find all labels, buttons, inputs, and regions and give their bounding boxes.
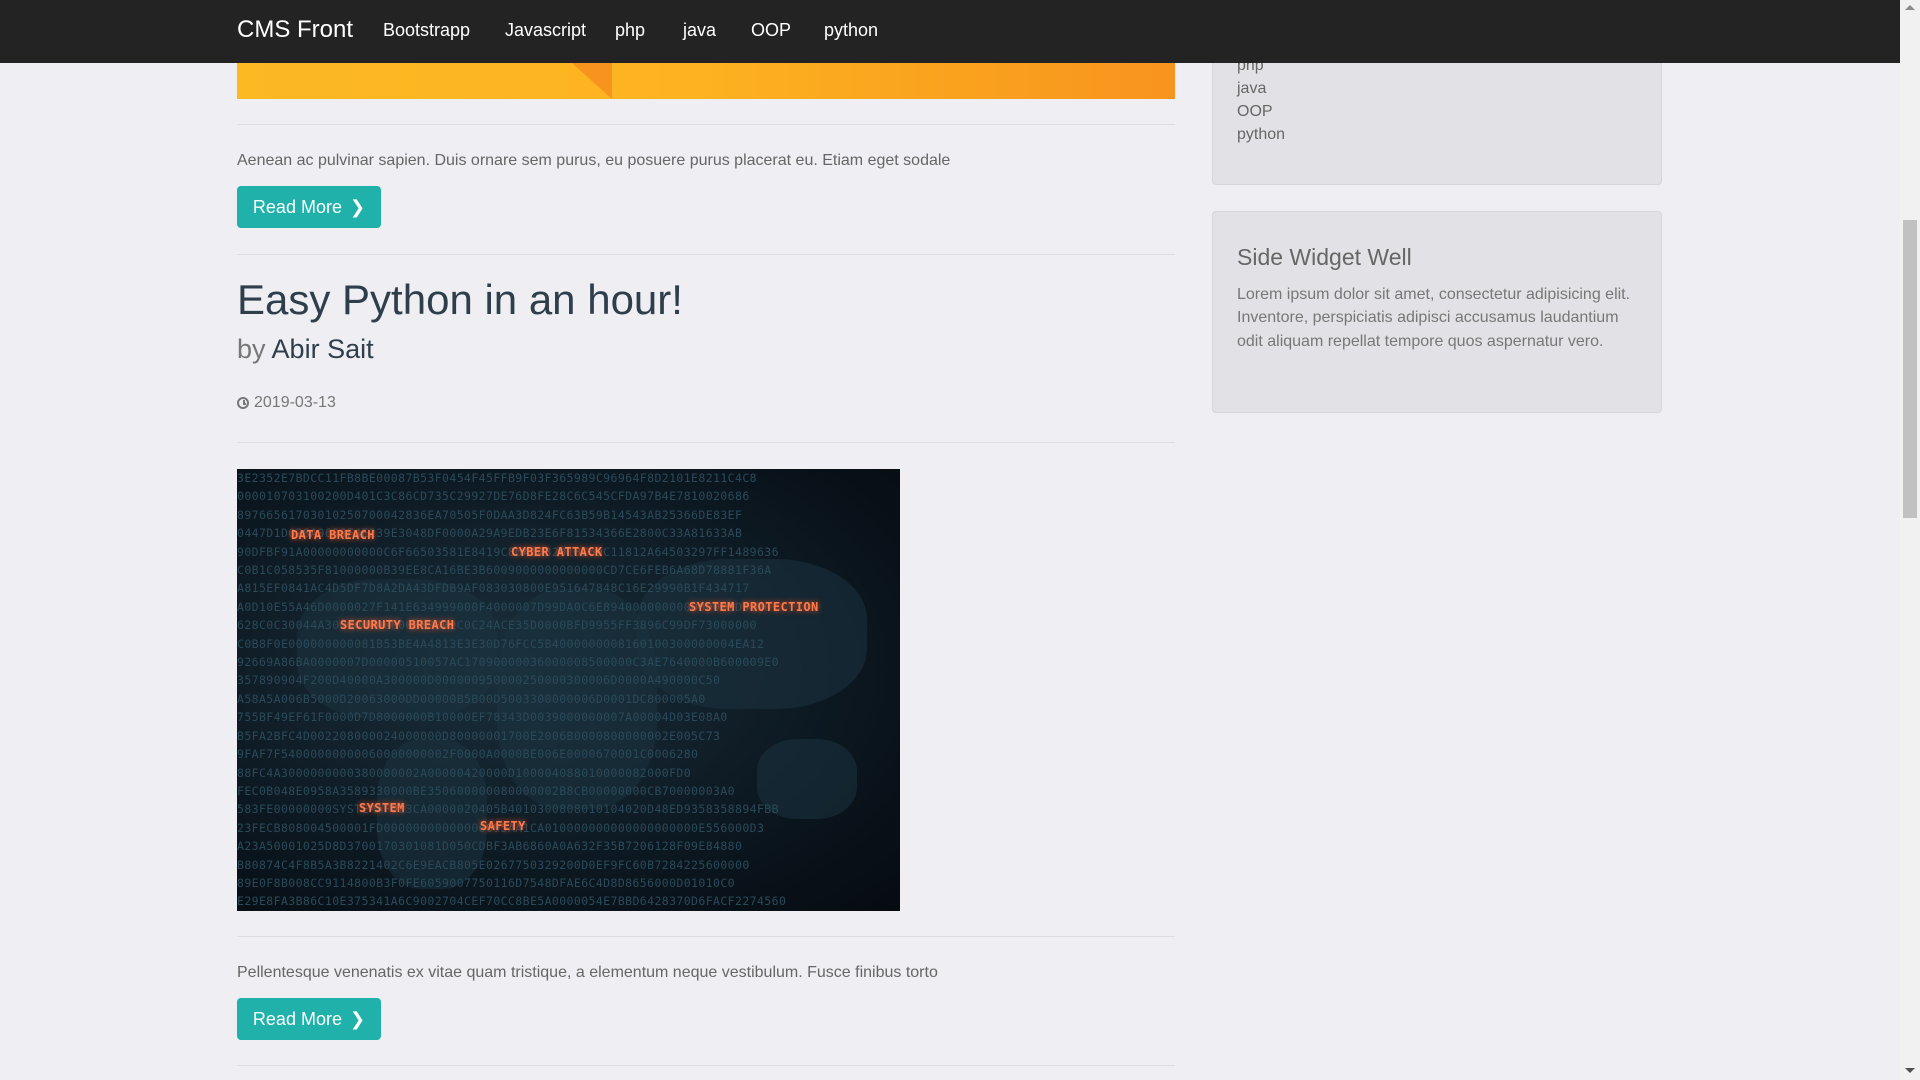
scroll-up-arrow-icon[interactable]: [1905, 5, 1915, 10]
divider: [237, 1065, 1175, 1066]
post-byline: by Abir Sait: [237, 334, 374, 365]
image-label-cyber-attack: CYBER ATTACK: [511, 545, 603, 559]
page-scrollbar[interactable]: [1900, 0, 1920, 1080]
post-title[interactable]: Easy Python in an hour!: [237, 276, 683, 324]
category-link-python[interactable]: python: [1237, 126, 1285, 144]
scrollbar-thumb[interactable]: [1903, 220, 1917, 518]
nav-item-php[interactable]: php: [615, 20, 645, 41]
post-date: 2019-03-13: [237, 394, 336, 412]
read-more-label: Read More: [252, 1009, 342, 1029]
post-excerpt: Pellentesque venenatis ex vitae quam tri…: [237, 964, 938, 981]
nav-item-bootstrapp[interactable]: Bootstrapp: [383, 20, 470, 41]
scroll-down-arrow-icon[interactable]: [1905, 1068, 1915, 1073]
read-more-button[interactable]: Read More ❯: [237, 186, 381, 228]
post-image: 3E2352E7BDCC11FB8BE00087B53F0454F45FFB9F…: [237, 469, 900, 911]
post-date-text: 2019-03-13: [254, 394, 336, 411]
read-more-button[interactable]: Read More ❯: [237, 998, 381, 1040]
top-navbar: CMS Front Bootstrapp Javascript php java…: [0, 0, 1900, 63]
nav-item-javascript[interactable]: Javascript: [505, 20, 586, 41]
divider: [237, 936, 1175, 937]
image-label-security-breach: SECURUTY BREACH: [340, 618, 455, 632]
banner-decoration: [572, 63, 612, 99]
clock-icon: [237, 397, 249, 409]
navbar-brand[interactable]: CMS Front: [237, 16, 353, 44]
widget-text: Lorem ipsum dolor sit amet, consectetur …: [1237, 286, 1631, 350]
image-label-safety: SAFETY: [480, 819, 526, 833]
author-link[interactable]: Abir Sait: [272, 334, 374, 364]
category-link-oop[interactable]: OOP: [1237, 103, 1273, 121]
divider: [237, 254, 1175, 255]
chevron-right-icon: ❯: [349, 1009, 366, 1029]
post-excerpt: Aenean ac pulvinar sapien. Duis ornare s…: [237, 152, 951, 169]
divider: [237, 124, 1175, 125]
image-label-system-protection: SYSTEM PROTECTION: [689, 600, 819, 614]
chevron-right-icon: ❯: [349, 197, 366, 217]
nav-item-oop[interactable]: OOP: [751, 20, 791, 41]
read-more-label: Read More: [252, 197, 342, 217]
image-label-system: SYSTEM: [359, 801, 405, 815]
widget-title: Side Widget Well: [1237, 244, 1412, 270]
image-label-data-breach: DATA BREACH: [291, 528, 375, 542]
nav-item-java[interactable]: java: [683, 20, 716, 41]
nav-item-python[interactable]: python: [824, 20, 878, 41]
byline-prefix: by: [237, 334, 266, 364]
divider: [237, 442, 1175, 443]
category-link-java[interactable]: java: [1237, 80, 1266, 98]
post-banner-image: [237, 63, 1175, 99]
